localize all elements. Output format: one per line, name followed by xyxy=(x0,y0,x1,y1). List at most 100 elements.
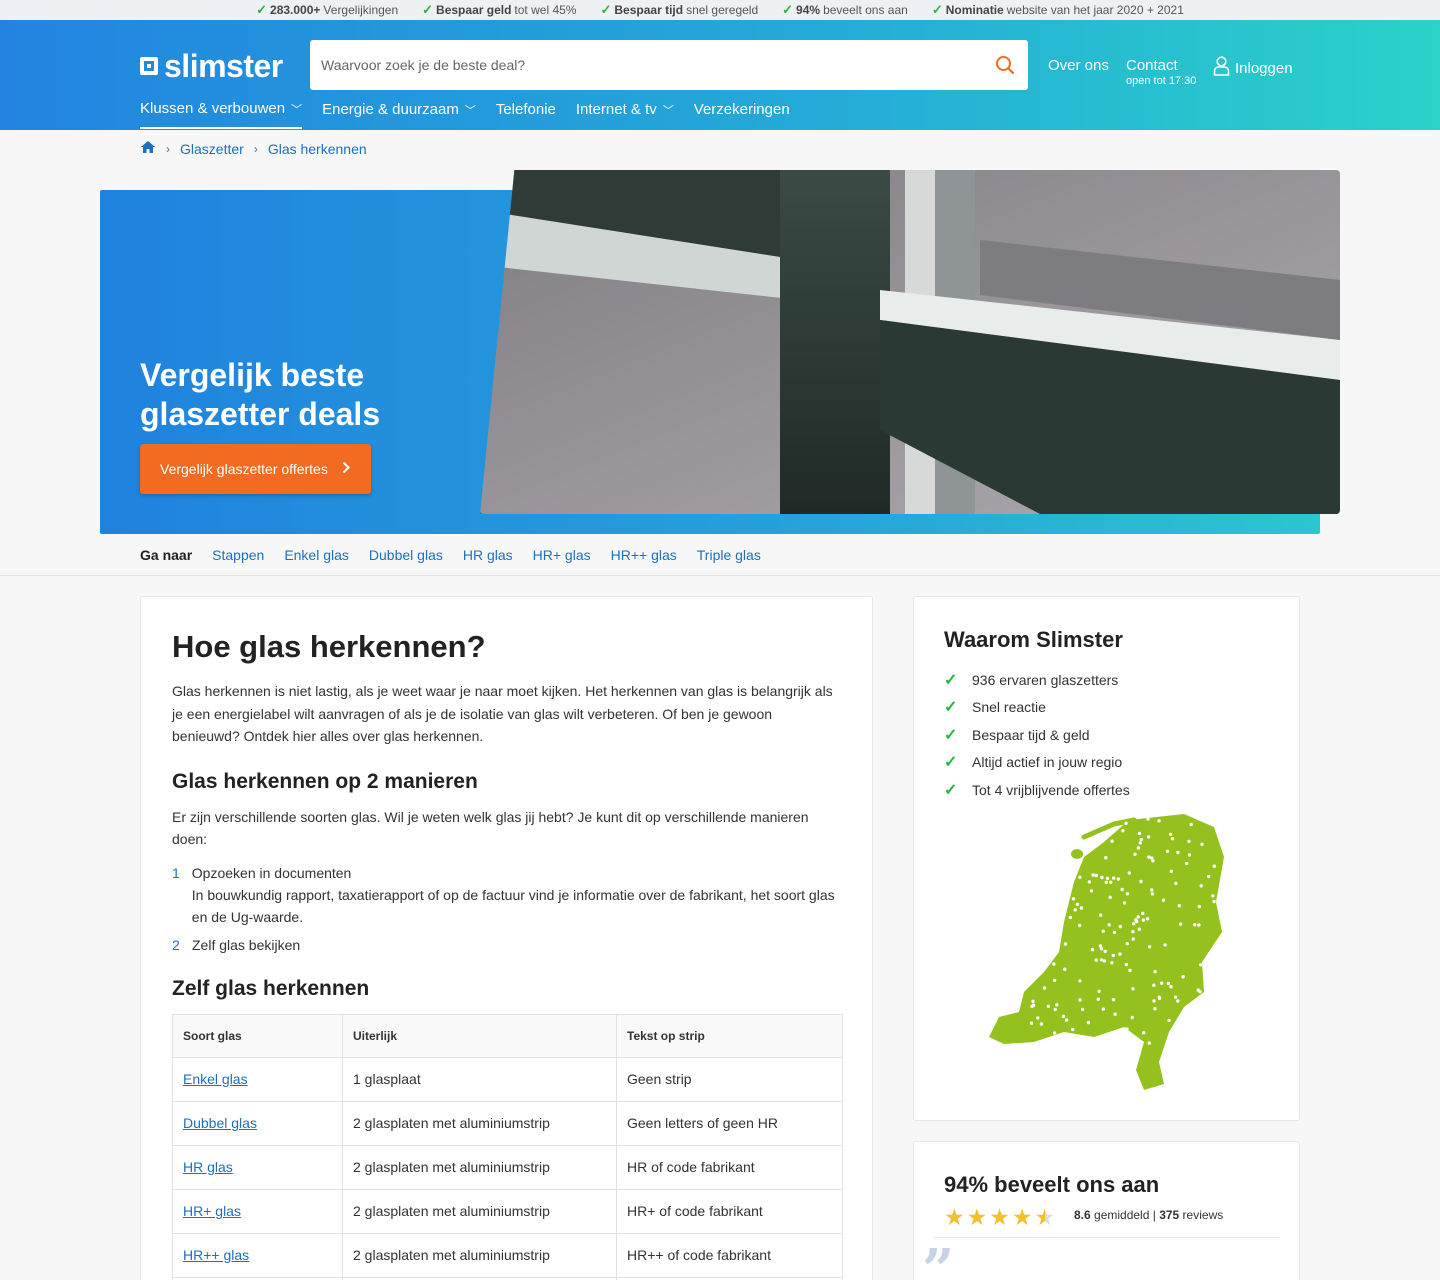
site-header: slimster Over ons Contact open tot 17:30… xyxy=(0,20,1440,130)
usp-item: ✓ 283.000+ Vergelijkingen xyxy=(256,2,399,17)
list-item: ✓ Tot 4 vrijblijvende offertes xyxy=(944,781,1130,799)
why-title: Waarom Slimster xyxy=(944,627,1123,652)
table-cell: 2 glasplaten met aluminiumstrip xyxy=(342,1100,617,1146)
column-header: Tekst op strip xyxy=(616,1013,843,1058)
list-item: ✓ 936 ervaren glaszetters xyxy=(944,671,1119,689)
chevron-down-icon: ﹀ xyxy=(662,104,674,117)
why-slimster-card: Waarom Slimster ✓ 936 ervaren glaszetters… xyxy=(913,596,1300,1121)
goto-link-dubbel-glas[interactable]: Dubbel glas xyxy=(369,547,443,563)
usp-item: ✓ Bespaar geld tot wel 45% xyxy=(422,2,577,17)
glass-table: Soort glas Uiterlijk Tekst op strip Enke… xyxy=(172,1013,843,1280)
column-header: Uiterlijk xyxy=(342,1013,617,1058)
goto-link-hr-plusplus-glas[interactable]: HR++ glas xyxy=(611,547,677,563)
steps-list: 1 Opzoeken in documenten In bouwkundig r… xyxy=(172,862,843,956)
table-row: HR glas 2 glasplaten met aluminiumstrip … xyxy=(172,1144,843,1190)
compare-offers-button[interactable]: Vergelijk glaszetter offertes xyxy=(140,444,371,494)
nav-item-internet[interactable]: Internet & tv ﹀ xyxy=(576,100,674,129)
table-row: Enkel glas 1 glasplaat Geen strip xyxy=(172,1056,843,1102)
netherlands-map-image xyxy=(984,812,1234,1097)
table-cell: Geen strip xyxy=(616,1056,843,1102)
search-icon[interactable] xyxy=(982,40,1028,90)
star-icon: ★ xyxy=(966,1204,988,1230)
about-link[interactable]: Over ons xyxy=(1048,57,1109,74)
usp-item: ✓ Nominatie website van het jaar 2020 + 2… xyxy=(931,2,1184,17)
reviews-title: 94% beveelt ons aan xyxy=(944,1172,1160,1197)
breadcrumb-glaszetter[interactable]: Glaszetter xyxy=(180,141,244,157)
nav-item-klussen[interactable]: Klussen & verbouwen ﹀ xyxy=(140,100,303,129)
table-cell: 2 glasplaten met aluminiumstrip xyxy=(342,1144,617,1190)
compare-offers-label: Vergelijk glaszetter offertes xyxy=(160,461,328,477)
check-icon: ✓ xyxy=(944,726,958,744)
check-icon: ✓ xyxy=(256,2,268,17)
logo-text: slimster xyxy=(164,48,283,84)
nav-item-telefonie[interactable]: Telefonie xyxy=(496,100,556,129)
home-icon[interactable] xyxy=(140,140,156,157)
usp-item: ✓ Bespaar tijd snel geregeld xyxy=(600,2,759,17)
review-count: 375 xyxy=(1159,1208,1180,1222)
search-input[interactable] xyxy=(310,40,982,90)
goto-link-hr-glas[interactable]: HR glas xyxy=(463,547,513,563)
goto-bar: Ga naar Stappen Enkel glas Dubbel glas H… xyxy=(0,534,1440,576)
usp-bar: ✓ 283.000+ Vergelijkingen ✓ Bespaar geld t… xyxy=(0,0,1440,20)
star-icon: ★ xyxy=(1011,1204,1033,1230)
review-score: 8.6 xyxy=(1074,1208,1091,1222)
star-rating: ★ ★ ★ ★ ★ xyxy=(944,1204,1055,1231)
star-icon: ★ xyxy=(989,1204,1010,1230)
why-list: ✓ 936 ervaren glaszetters ✓ Snel reactie ✓… xyxy=(944,666,1130,804)
glass-type-link[interactable]: Enkel glas xyxy=(172,1056,343,1102)
chevron-right-icon xyxy=(342,461,350,477)
usp-item: ✓ 94% beveelt ons aan xyxy=(782,2,908,17)
page-title: Hoe glas herkennen? xyxy=(172,629,486,664)
step-desc: In bouwkundig rapport, taxatierapport of… xyxy=(191,886,835,925)
nav-item-energie[interactable]: Energie & duurzaam ﹀ xyxy=(322,100,476,129)
chevron-down-icon: ﹀ xyxy=(291,103,303,116)
chevron-down-icon: ﹀ xyxy=(464,104,476,117)
table-header-row: Soort glas Uiterlijk Tekst op strip xyxy=(172,1013,843,1058)
article-intro: Glas herkennen is niet lastig, als je we… xyxy=(172,683,833,744)
ways-intro: Er zijn verschillende soorten glas. Wil … xyxy=(172,808,809,848)
main-nav: Klussen & verbouwen ﹀ Energie & duurzaam ﹀… xyxy=(140,100,790,129)
step-number: 1 xyxy=(172,864,180,881)
check-icon: ✓ xyxy=(931,2,943,17)
breadcrumb-glas-herkennen[interactable]: Glas herkennen xyxy=(268,141,367,157)
list-item: ✓ Altijd actief in jouw regio xyxy=(944,754,1123,772)
review-summary: 8.6 gemiddeld | 375 reviews xyxy=(1074,1208,1224,1222)
check-icon: ✓ xyxy=(944,699,958,717)
column-header: Soort glas xyxy=(172,1013,343,1058)
glass-type-link[interactable]: HR glas xyxy=(172,1144,343,1190)
logo-link[interactable]: slimster xyxy=(140,50,283,82)
list-item: 2 Zelf glas bekijken xyxy=(172,934,843,956)
check-icon: ✓ xyxy=(944,671,958,689)
glass-type-link[interactable]: HR+ glas xyxy=(172,1188,343,1234)
table-cell: 2 glasplaten met aluminiumstrip xyxy=(342,1188,617,1234)
login-link[interactable]: Inloggen xyxy=(1213,56,1293,80)
contact-link[interactable]: Contact xyxy=(1126,57,1178,74)
table-cell: 1 glasplaat xyxy=(342,1056,617,1102)
check-icon: ✓ xyxy=(944,781,958,799)
goto-link-enkel-glas[interactable]: Enkel glas xyxy=(284,547,349,563)
goto-label: Ga naar xyxy=(140,547,193,563)
table-row: HR++ glas 2 glasplaten met aluminiumstri… xyxy=(172,1232,843,1278)
heading-ways: Glas herkennen op 2 manieren xyxy=(172,769,478,793)
check-icon: ✓ xyxy=(944,754,958,772)
hero-title: Vergelijk beste glaszetter deals xyxy=(140,357,381,432)
user-icon xyxy=(1213,56,1230,80)
goto-link-triple-glas[interactable]: Triple glas xyxy=(697,547,761,563)
chevron-right-icon: › xyxy=(253,141,258,156)
glass-type-link[interactable]: Dubbel glas xyxy=(172,1100,343,1146)
list-item: ✓ Snel reactie xyxy=(944,699,1046,717)
glass-type-link[interactable]: HR++ glas xyxy=(172,1232,343,1278)
nav-item-verzekeringen[interactable]: Verzekeringen xyxy=(694,100,790,129)
table-cell: 2 glasplaten met aluminiumstrip xyxy=(342,1232,617,1278)
step-title: Zelf glas bekijken xyxy=(192,936,301,953)
article-card: Hoe glas herkennen? Glas herkennen is ni… xyxy=(140,596,873,1280)
goto-link-stappen[interactable]: Stappen xyxy=(212,547,264,563)
check-icon: ✓ xyxy=(422,2,434,17)
chevron-right-icon: › xyxy=(166,141,170,156)
table-cell: HR+ of code fabrikant xyxy=(616,1188,843,1234)
table-cell: Geen letters of geen HR xyxy=(616,1100,843,1146)
check-icon: ✓ xyxy=(600,2,612,17)
goto-link-hr-plus-glas[interactable]: HR+ glas xyxy=(533,547,591,563)
star-half-icon: ★ xyxy=(1034,1204,1056,1230)
star-icon: ★ xyxy=(944,1204,965,1230)
